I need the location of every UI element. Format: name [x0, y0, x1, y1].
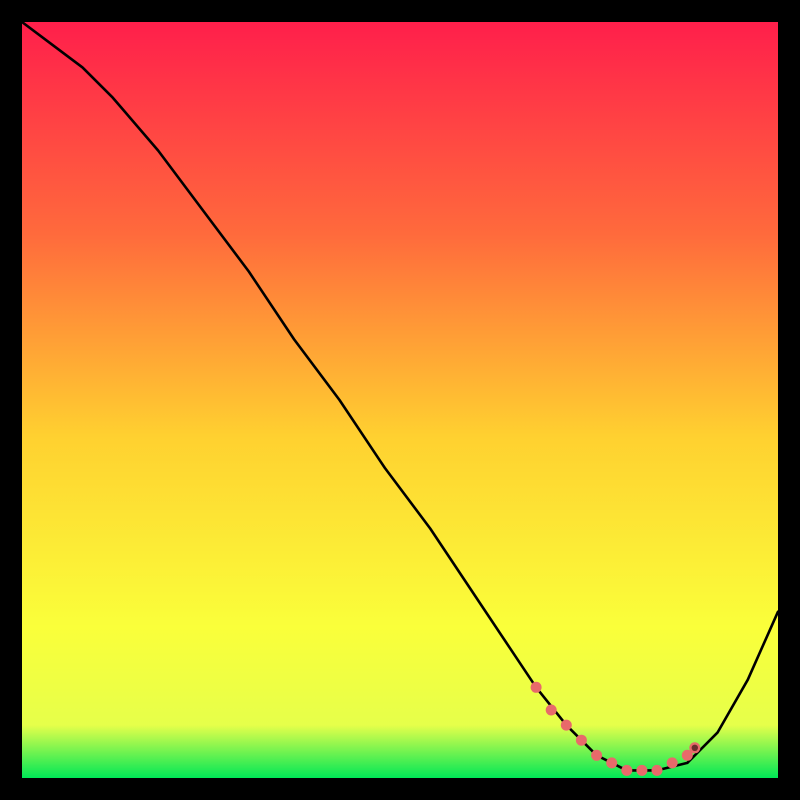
- highlight-dot: [636, 765, 647, 776]
- border-right: [778, 0, 800, 800]
- highlight-dot: [606, 757, 617, 768]
- highlight-dot: [667, 757, 678, 768]
- watermark-text: TheBottleneck.com: [604, 2, 792, 25]
- highlight-dot: [531, 682, 542, 693]
- highlight-dot: [621, 765, 632, 776]
- plot-area: [22, 22, 778, 778]
- highlight-dot: [576, 735, 587, 746]
- chart-svg: [22, 22, 778, 778]
- chart-frame: TheBottleneck.com: [0, 0, 800, 800]
- highlight-dot: [652, 765, 663, 776]
- highlight-dot: [561, 720, 572, 731]
- border-bottom: [0, 778, 800, 800]
- highlight-dot: [546, 705, 557, 716]
- highlight-end-dot: [692, 745, 698, 751]
- gradient-background: [22, 22, 778, 778]
- border-left: [0, 0, 22, 800]
- highlight-dot: [591, 750, 602, 761]
